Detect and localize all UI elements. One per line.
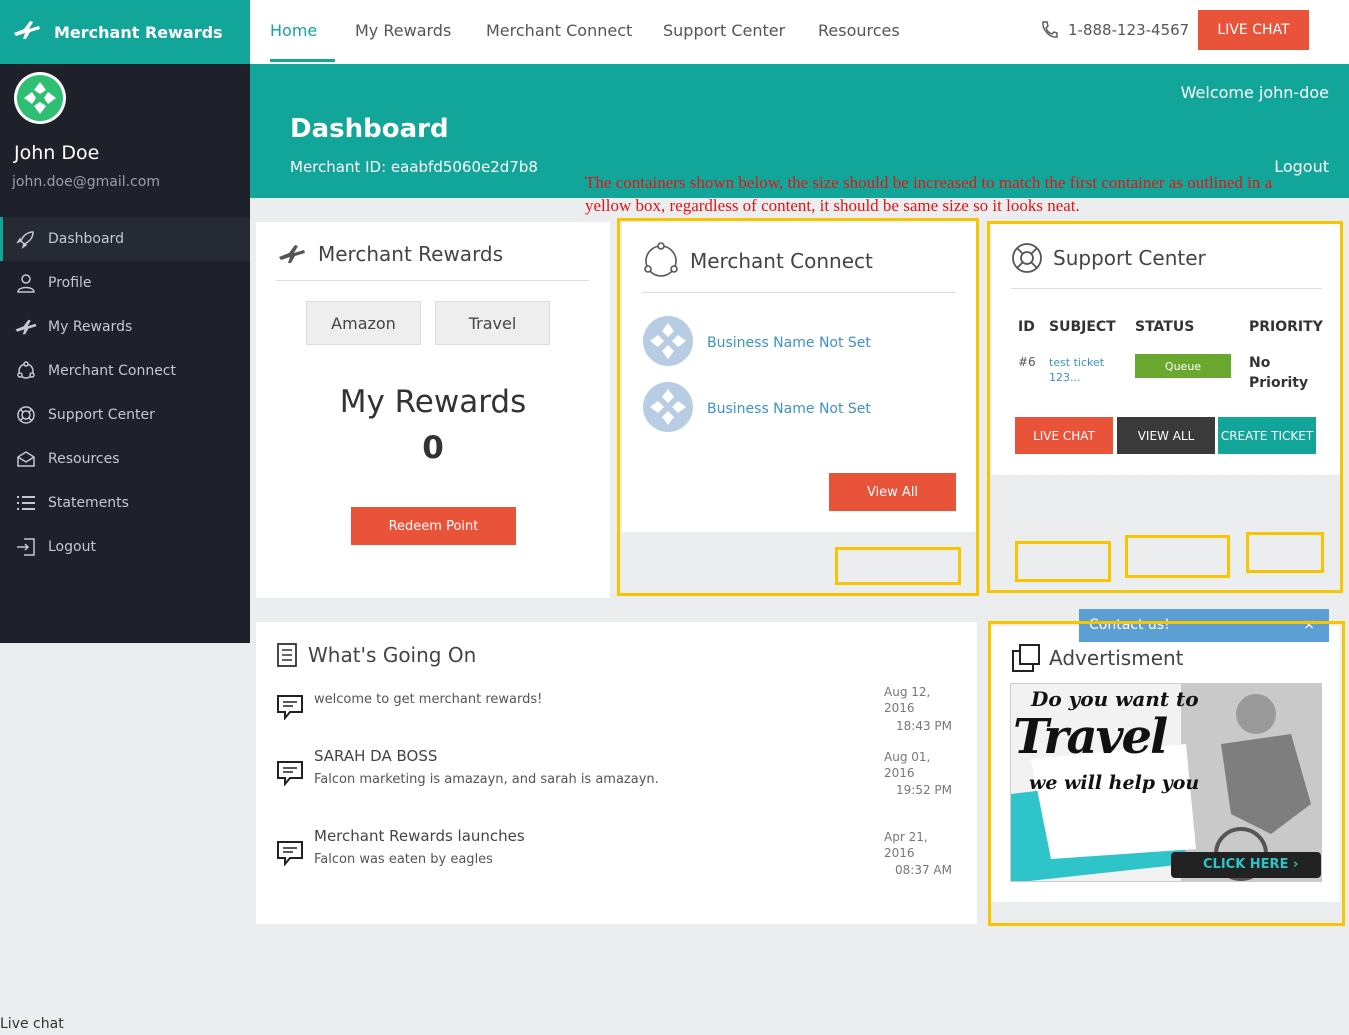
rewards-points: 0 [422,430,444,466]
tab-support-center[interactable]: Support Center [663,0,785,62]
sidebar-nav: Dashboard Profile My Rewards Merchant Co… [0,217,250,569]
feed-time: 18:43 PM [896,719,952,733]
highlight-box [835,547,961,585]
sidebar-item-dashboard[interactable]: Dashboard [0,217,250,261]
user-name: John Doe [14,142,100,164]
tab-home[interactable]: Home [270,0,335,62]
card-title: Merchant Rewards [318,242,504,266]
highlight-box [988,621,1345,926]
plane-icon [276,243,308,265]
tab-merchant-connect[interactable]: Merchant Connect [486,0,632,62]
highlight-box [1246,532,1324,573]
card-title: What's Going On [308,643,477,667]
logout-icon [14,537,38,557]
user-email: john.doe@gmail.com [12,174,160,190]
merchant-id: Merchant ID: eaabfd5060e2d7b8 [290,158,538,176]
feed-date: Aug 01, 2016 [884,749,954,781]
page-title: Dashboard [290,114,449,144]
sidebar-item-label: Support Center [48,407,155,423]
avatar[interactable] [14,72,66,124]
brand-bar[interactable]: Merchant Rewards [0,0,250,64]
feed-date-line: Apr 21, [884,830,928,844]
chat-icon [276,760,304,787]
welcome-text: Welcome john-doe [1180,83,1329,102]
feed-date-line: 2016 [884,701,915,715]
sidebar-item-label: Resources [48,451,120,467]
feed-time: 19:52 PM [896,783,952,797]
highlight-box [617,218,979,596]
sidebar-item-label: My Rewards [48,319,133,335]
merchant-rewards-card: Merchant Rewards Amazon Travel My Reward… [256,222,610,598]
list-icon [14,493,38,513]
sidebar-item-statements[interactable]: Statements [0,481,250,525]
phone-number-text: 1-888-123-4567 [1068,21,1190,39]
sidebar-item-label: Dashboard [48,231,124,247]
user-icon [14,273,38,293]
brand-name: Merchant Rewards [54,22,223,42]
live-chat-button[interactable]: LIVE CHAT [1198,10,1309,50]
connect-icon [14,361,38,381]
feed-subtitle: Falcon marketing is amazayn, and sarah i… [314,772,659,787]
feed-date-line: 2016 [884,766,915,780]
sidebar-item-my-rewards[interactable]: My Rewards [0,305,250,349]
sidebar-item-resources[interactable]: Resources [0,437,250,481]
envelope-icon [14,449,38,469]
sidebar-item-merchant-connect[interactable]: Merchant Connect [0,349,250,393]
amazon-button[interactable]: Amazon [306,301,421,345]
sidebar-item-label: Statements [48,495,129,511]
sidebar-item-profile[interactable]: Profile [0,261,250,305]
sidebar-item-support-center[interactable]: Support Center [0,393,250,437]
feed-title: Merchant Rewards launches [314,827,525,845]
sidebar: John Doe john.doe@gmail.com Dashboard Pr… [0,64,250,643]
feed-date: Apr 21, 2016 [884,829,954,861]
phone-number[interactable]: 1-888-123-4567 [1040,20,1189,40]
feed-date-line: 2016 [884,846,915,860]
highlight-box [1015,541,1111,582]
plane-logo-icon [12,19,42,45]
feed-title: welcome to get merchant rewards! [314,692,543,707]
highlight-box [1125,535,1230,578]
divider [276,280,589,281]
annotation-note: The containers shown below, the size sho… [585,173,1273,215]
tab-resources[interactable]: Resources [818,0,900,62]
feed-time: 08:37 AM [895,863,952,877]
sidebar-item-label: Profile [48,275,92,291]
feed-date: Aug 12, 2016 [884,684,954,716]
document-icon [276,642,298,668]
redeem-point-button[interactable]: Redeem Point [351,507,516,545]
sidebar-item-label: Logout [48,539,96,555]
feed-date-line: Aug 12, [884,685,931,699]
feed-subtitle: Falcon was eaten by eagles [314,852,493,867]
top-nav: Home My Rewards Merchant Connect Support… [250,0,1349,64]
lifebuoy-icon [14,405,38,425]
phone-icon [1040,20,1058,40]
sidebar-item-label: Merchant Connect [48,363,176,379]
chat-icon [276,694,304,721]
live-chat-footer[interactable]: Live chat [0,1016,64,1032]
chat-icon [276,840,304,867]
tab-my-rewards[interactable]: My Rewards [355,0,451,62]
sidebar-item-logout[interactable]: Logout [0,525,250,569]
rocket-icon [14,229,38,249]
travel-button[interactable]: Travel [435,301,550,345]
my-rewards-heading: My Rewards [339,384,527,420]
whats-going-on-card: What's Going On welcome to get merchant … [256,622,977,924]
plane-icon [14,317,38,337]
feed-date-line: Aug 01, [884,750,931,764]
feed-title: SARAH DA BOSS [314,747,438,765]
